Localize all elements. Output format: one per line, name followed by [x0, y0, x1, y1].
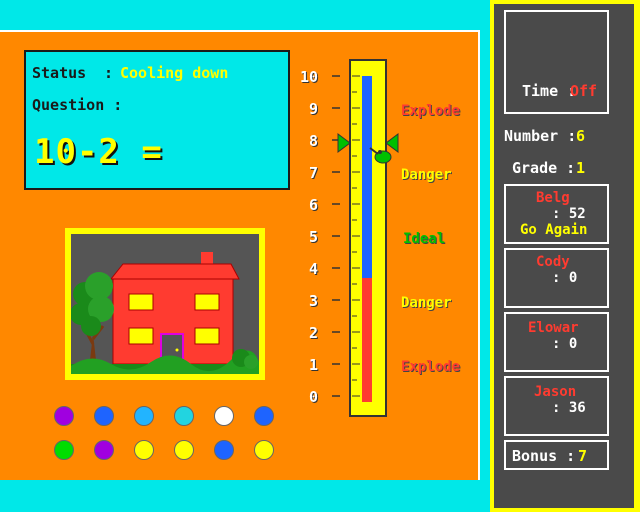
- pointer-left-arrow: [337, 133, 351, 153]
- bonus-label: Bonus :: [512, 447, 576, 465]
- player-score: : 52: [552, 206, 586, 222]
- scale-number: 10: [299, 68, 318, 86]
- zone-ideal: Ideal: [403, 231, 446, 247]
- house-illustration: [71, 252, 259, 374]
- player-name: Jason: [534, 384, 577, 400]
- palette-dot[interactable]: [94, 406, 114, 426]
- grade-value: 1: [576, 159, 586, 177]
- player-score: : 0: [552, 336, 578, 352]
- gauge-blue-fill: [362, 76, 372, 278]
- player-name: Elowar: [528, 320, 579, 336]
- player-score: : 36: [552, 400, 586, 416]
- time-label: Time :: [522, 82, 577, 100]
- bonus-value: 7: [578, 447, 588, 465]
- palette-dot[interactable]: [254, 406, 274, 426]
- house-picture: [65, 228, 265, 380]
- scale-number: 1: [308, 356, 318, 374]
- player-name: Cody: [536, 254, 570, 270]
- player-score: : 0: [552, 270, 578, 286]
- status-label: Status: [32, 64, 87, 82]
- zone-danger-top: Danger: [401, 167, 452, 183]
- player-card-jason[interactable]: Jason : 36: [504, 376, 609, 436]
- palette-dot[interactable]: [134, 440, 154, 460]
- scale-number: 3: [308, 292, 318, 310]
- zone-danger-bottom: Danger: [401, 295, 452, 311]
- palette-dot[interactable]: [174, 440, 194, 460]
- palette-dot[interactable]: [54, 440, 74, 460]
- palette-dot[interactable]: [214, 440, 234, 460]
- grade-label: Grade :: [512, 159, 576, 177]
- player-note: Go Again: [520, 222, 588, 238]
- player-card-cody[interactable]: Cody : 0: [504, 248, 609, 308]
- zone-explode-top: Explode: [401, 103, 461, 119]
- palette-dot[interactable]: [254, 440, 274, 460]
- palette-dot[interactable]: [214, 406, 234, 426]
- palette-dot[interactable]: [54, 406, 74, 426]
- scale-number: 0: [308, 388, 318, 406]
- question-label: Question :: [32, 96, 123, 114]
- number-value: 6: [576, 127, 586, 145]
- pointer-right-arrow: [385, 133, 399, 153]
- scale-number: 6: [308, 196, 318, 214]
- scale-number: 2: [308, 324, 318, 342]
- palette-dot[interactable]: [94, 440, 114, 460]
- zone-explode-bottom: Explode: [401, 359, 461, 375]
- timer-box: Time : Off: [504, 10, 609, 114]
- question-text: 10-2 =: [34, 132, 163, 172]
- scale-number: 8: [308, 132, 318, 150]
- temperature-gauge: [332, 59, 399, 417]
- bonus-box: Bonus : 7: [504, 440, 609, 470]
- time-value: Off: [570, 82, 598, 100]
- palette-dot[interactable]: [174, 406, 194, 426]
- scale-number: 4: [308, 260, 318, 278]
- status-separator: :: [104, 64, 114, 82]
- sidebar: Time : Off Number : 6 Grade : 1 Belg : 5…: [490, 0, 640, 512]
- status-value: Cooling down: [120, 64, 229, 82]
- player-card-belg[interactable]: Belg : 52 Go Again: [504, 184, 609, 244]
- palette-dot[interactable]: [134, 406, 154, 426]
- scale-number: 5: [308, 228, 318, 246]
- scale-number: 9: [308, 100, 318, 118]
- number-label: Number :: [504, 127, 577, 145]
- player-name: Belg: [536, 190, 570, 206]
- player-card-elowar[interactable]: Elowar : 0: [504, 312, 609, 372]
- scale-number: 7: [308, 164, 318, 182]
- gauge-red-fill: [362, 278, 372, 402]
